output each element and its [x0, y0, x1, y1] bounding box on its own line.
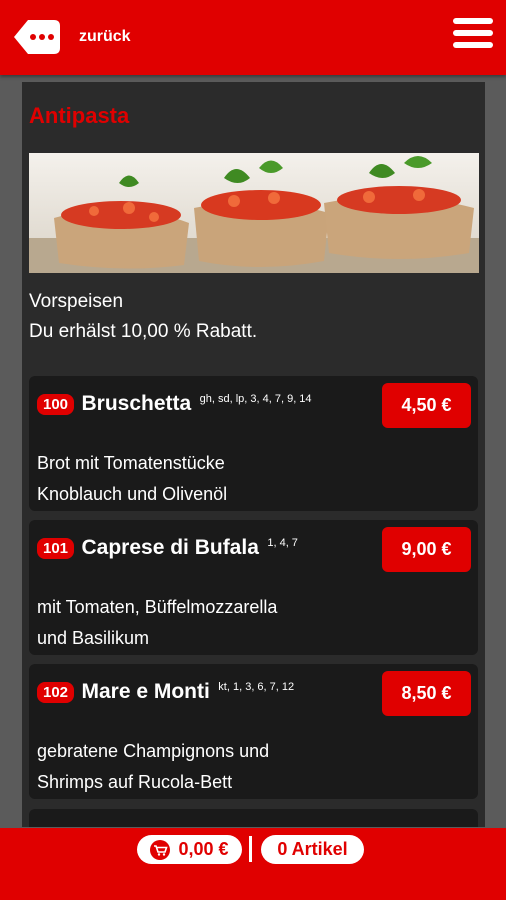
- item-header: 101 Caprese di Bufala 1, 4, 7: [37, 530, 327, 561]
- cart-total: 0,00 €: [178, 839, 229, 859]
- category-intro: Vorspeisen Du erhälst 10,00 % Rabatt.: [29, 287, 257, 347]
- item-header: 100 Bruschetta gh, sd, lp, 3, 4, 7, 9, 1…: [37, 386, 327, 417]
- item-description-line: gebratene Champignons und: [37, 741, 270, 761]
- item-number-badge: 100: [37, 393, 75, 415]
- article-count: 0 Artikel: [277, 839, 348, 859]
- bottom-bar: 0,00 € 0 Artikel: [0, 828, 506, 900]
- top-bar: zurück: [0, 0, 506, 75]
- item-additives: 1, 4, 7: [267, 537, 298, 549]
- back-label[interactable]: zurück: [79, 28, 131, 46]
- menu-item-partial[interactable]: [29, 809, 478, 827]
- item-description-line: Brot mit Tomatenstücke: [37, 453, 225, 473]
- item-additives: kt, 1, 3, 6, 7, 12: [218, 681, 295, 693]
- item-header: 102 Mare e Monti kt, 1, 3, 6, 7, 12: [37, 674, 327, 705]
- antipasta-image: [29, 153, 479, 273]
- item-description-line: Shrimps auf Rucola-Bett: [37, 772, 233, 792]
- hamburger-menu-icon[interactable]: [453, 18, 493, 54]
- item-name: Bruschetta: [81, 392, 192, 416]
- menu-item[interactable]: 101 Caprese di Bufala 1, 4, 7 9,00 € mit…: [29, 520, 478, 655]
- item-additives: gh, sd, lp, 3, 4, 7, 9, 14: [199, 393, 312, 405]
- menu-item[interactable]: 100 Bruschetta gh, sd, lp, 3, 4, 7, 9, 1…: [29, 376, 478, 511]
- item-description: Brot mit Tomatenstücke Knoblauch und Oli…: [37, 448, 227, 510]
- item-description-line: Knoblauch und Olivenöl: [37, 484, 228, 504]
- footer-divider: [249, 836, 252, 862]
- discount-note: Du erhälst 10,00 % Rabatt.: [29, 321, 258, 342]
- category-title: Antipasta: [29, 103, 130, 128]
- item-description-line: und Basilikum: [37, 628, 150, 648]
- item-number-badge: 102: [37, 681, 75, 703]
- item-name: Mare e Monti: [81, 680, 210, 704]
- add-to-cart-price-button[interactable]: 4,50 €: [382, 383, 471, 428]
- item-number-badge: 101: [37, 537, 75, 559]
- add-to-cart-price-button[interactable]: 8,50 €: [382, 671, 471, 716]
- item-description: mit Tomaten, Büffelmozzarella und Basili…: [37, 592, 277, 654]
- item-name: Caprese di Bufala: [81, 536, 259, 560]
- category-panel: Antipasta Vorspeisen Du erhälst 10,00 % …: [22, 82, 485, 827]
- cart-total-button[interactable]: 0,00 €: [137, 835, 242, 864]
- item-description: gebratene Champignons und Shrimps auf Ru…: [37, 736, 269, 798]
- back-dots-icon: [14, 20, 60, 54]
- back-button[interactable]: [14, 20, 60, 54]
- add-to-cart-price-button[interactable]: 9,00 €: [382, 527, 471, 572]
- cart-icon: [150, 839, 171, 860]
- item-description-line: mit Tomaten, Büffelmozzarella: [37, 597, 278, 617]
- menu-item[interactable]: 102 Mare e Monti kt, 1, 3, 6, 7, 12 8,50…: [29, 664, 478, 799]
- article-count-button[interactable]: 0 Artikel: [261, 835, 364, 864]
- category-subtitle: Vorspeisen: [29, 291, 124, 312]
